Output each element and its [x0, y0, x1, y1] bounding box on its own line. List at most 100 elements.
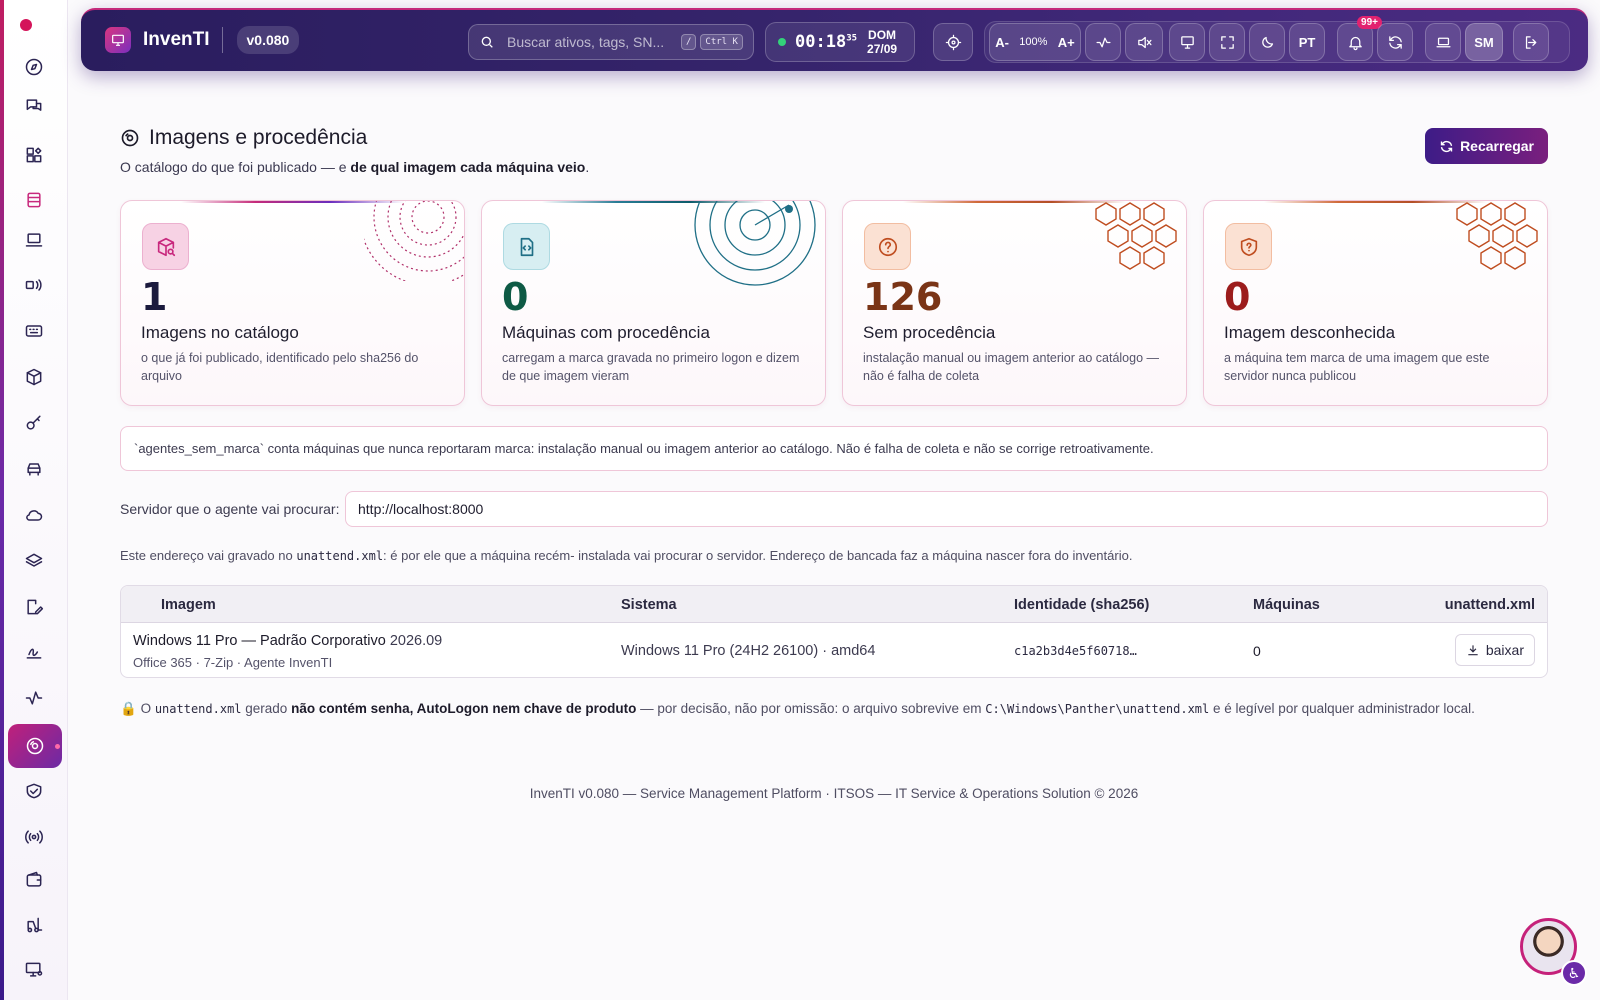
- monitor-settings-icon[interactable]: [14, 950, 54, 990]
- font-size-control[interactable]: A- 100% A+: [989, 23, 1081, 61]
- crosshair-icon: [945, 34, 961, 50]
- edit-icon[interactable]: [14, 587, 54, 627]
- info-note: `agentes_sem_marca` conta máquinas que n…: [120, 426, 1548, 471]
- accessibility-icon[interactable]: ♿: [1561, 960, 1587, 986]
- signature-icon[interactable]: [14, 632, 54, 672]
- search-box[interactable]: / Ctrl K: [468, 24, 754, 60]
- wallet-icon[interactable]: [14, 860, 54, 900]
- logout-icon: [1525, 35, 1536, 49]
- disc-icon: [26, 737, 44, 755]
- logo-icon: [105, 27, 131, 53]
- image-sha256: c1a2b3d4e5f60718…: [1014, 644, 1137, 658]
- broadcast-icon[interactable]: [14, 817, 54, 857]
- forklift-icon[interactable]: [14, 905, 54, 945]
- language-button[interactable]: PT: [1289, 23, 1325, 61]
- image-version: 2026.09: [389, 633, 443, 649]
- stat-card-catalog: 1 Imagens no catálogo o que já foi publi…: [120, 200, 465, 406]
- download-unattend-button[interactable]: baixar: [1454, 634, 1535, 666]
- page-title-text: Imagens e procedência: [149, 126, 368, 149]
- stat-description: carregam a marca gravada no primeiro log…: [502, 351, 800, 383]
- pulse-button[interactable]: [1085, 23, 1121, 61]
- clock-time: 00:1835: [795, 32, 858, 52]
- table-row[interactable]: Windows 11 Pro — Padrão Corporativo 2026…: [121, 623, 1547, 677]
- image-machines: 0: [1253, 643, 1261, 659]
- refresh-button[interactable]: [1377, 23, 1413, 61]
- main-content: Imagens e procedência O catálogo do que …: [120, 126, 1548, 801]
- moon-icon: [1261, 36, 1273, 48]
- sidebar-item-images[interactable]: [8, 724, 62, 768]
- font-increase-button[interactable]: A+: [1058, 35, 1075, 50]
- package-search-icon: [142, 223, 189, 270]
- device-button[interactable]: [1425, 23, 1461, 61]
- compass-icon[interactable]: [14, 47, 54, 87]
- col-machines: Máquinas: [1253, 597, 1320, 613]
- box-icon[interactable]: [14, 357, 54, 397]
- activity-icon[interactable]: [14, 678, 54, 718]
- notifications-button[interactable]: 99+: [1337, 16, 1382, 61]
- stat-label: Sem procedência: [863, 323, 996, 342]
- dashboard-icon[interactable]: [14, 135, 54, 175]
- key-icon[interactable]: [14, 403, 54, 443]
- search-input[interactable]: [507, 34, 677, 50]
- stat-card-provenance: 0 Máquinas com procedência carregam a ma…: [481, 200, 826, 406]
- shield-question-icon: [1225, 223, 1272, 270]
- fullscreen-button[interactable]: [1209, 23, 1245, 61]
- divider: [221, 27, 223, 53]
- database-icon[interactable]: [14, 180, 54, 220]
- logout-button[interactable]: [1513, 23, 1549, 61]
- server-help-text: Este endereço vai gravado no unattend.xm…: [120, 548, 1133, 563]
- stat-card-unknown-image: 0 Imagem desconhecida a máquina tem marc…: [1203, 200, 1548, 406]
- chat-icon[interactable]: [14, 86, 54, 126]
- online-dot: [778, 38, 786, 46]
- laptop-icon[interactable]: [14, 220, 54, 260]
- download-icon: [1468, 645, 1478, 656]
- stat-description: o que já foi publicado, identificado pel…: [141, 351, 419, 383]
- server-label: Servidor que o agente vai procurar:: [120, 501, 340, 517]
- font-zoom-value: 100%: [1019, 36, 1048, 48]
- server-url-input[interactable]: [345, 491, 1548, 527]
- images-table: Imagem Sistema Identidade (sha256) Máqui…: [120, 585, 1548, 678]
- table-header: Imagem Sistema Identidade (sha256) Máqui…: [121, 586, 1547, 623]
- col-identity: Identidade (sha256): [1014, 597, 1150, 613]
- clock: 00:1835 DOM 27/09: [765, 22, 915, 62]
- reload-button[interactable]: Recarregar: [1425, 128, 1548, 164]
- volume-mute-icon: [1137, 36, 1152, 48]
- sidebar: [0, 0, 68, 1000]
- cloud-icon[interactable]: [14, 495, 54, 535]
- clock-date: DOM 27/09: [867, 28, 898, 56]
- reload-label: Recarregar: [1460, 138, 1534, 154]
- stat-value: 126: [863, 275, 943, 319]
- decorative-circles: [364, 201, 464, 281]
- page-header: Imagens e procedência O catálogo do que …: [120, 126, 1548, 184]
- dark-mode-button[interactable]: [1249, 23, 1285, 61]
- stat-description: a máquina tem marca de uma imagem que es…: [1224, 351, 1490, 383]
- stat-card-no-provenance: 126 Sem procedência instalação manual ou…: [842, 200, 1187, 406]
- present-button[interactable]: [1169, 23, 1205, 61]
- decorative-target: [694, 201, 816, 286]
- layers-icon[interactable]: [14, 541, 54, 581]
- brand[interactable]: InvenTI v0.080: [105, 26, 300, 54]
- laptop-icon: [1435, 37, 1451, 47]
- file-code-icon: [503, 223, 550, 270]
- keyboard-icon[interactable]: [14, 311, 54, 351]
- locate-button[interactable]: [933, 23, 973, 61]
- handshake-icon[interactable]: [14, 771, 54, 811]
- decorative-hexagons: [1456, 202, 1538, 270]
- status-dot: [20, 19, 32, 31]
- stat-label: Imagem desconhecida: [1224, 323, 1396, 342]
- image-apps: Office 365 · 7-Zip · Agente InvenTI: [133, 655, 333, 670]
- signal-icon[interactable]: [14, 265, 54, 305]
- image-name: Windows 11 Pro — Padrão Corporativo 2026…: [133, 633, 443, 649]
- topbar: InvenTI v0.080 / Ctrl K 00:1835 DOM27/09…: [81, 8, 1588, 71]
- user-avatar[interactable]: SM: [1465, 23, 1503, 61]
- stats-cards: 1 Imagens no catálogo o que já foi publi…: [120, 200, 1548, 406]
- col-image: Imagem: [161, 597, 216, 613]
- bell-icon: [1348, 36, 1362, 50]
- fullscreen-icon: [1220, 35, 1234, 49]
- decorative-hexagons: [1095, 202, 1177, 270]
- car-icon[interactable]: [14, 449, 54, 489]
- font-decrease-button[interactable]: A-: [995, 35, 1009, 50]
- download-label: baixar: [1485, 642, 1524, 658]
- mute-button[interactable]: [1125, 23, 1163, 61]
- shortcut-ctrl-k: Ctrl K: [700, 34, 743, 50]
